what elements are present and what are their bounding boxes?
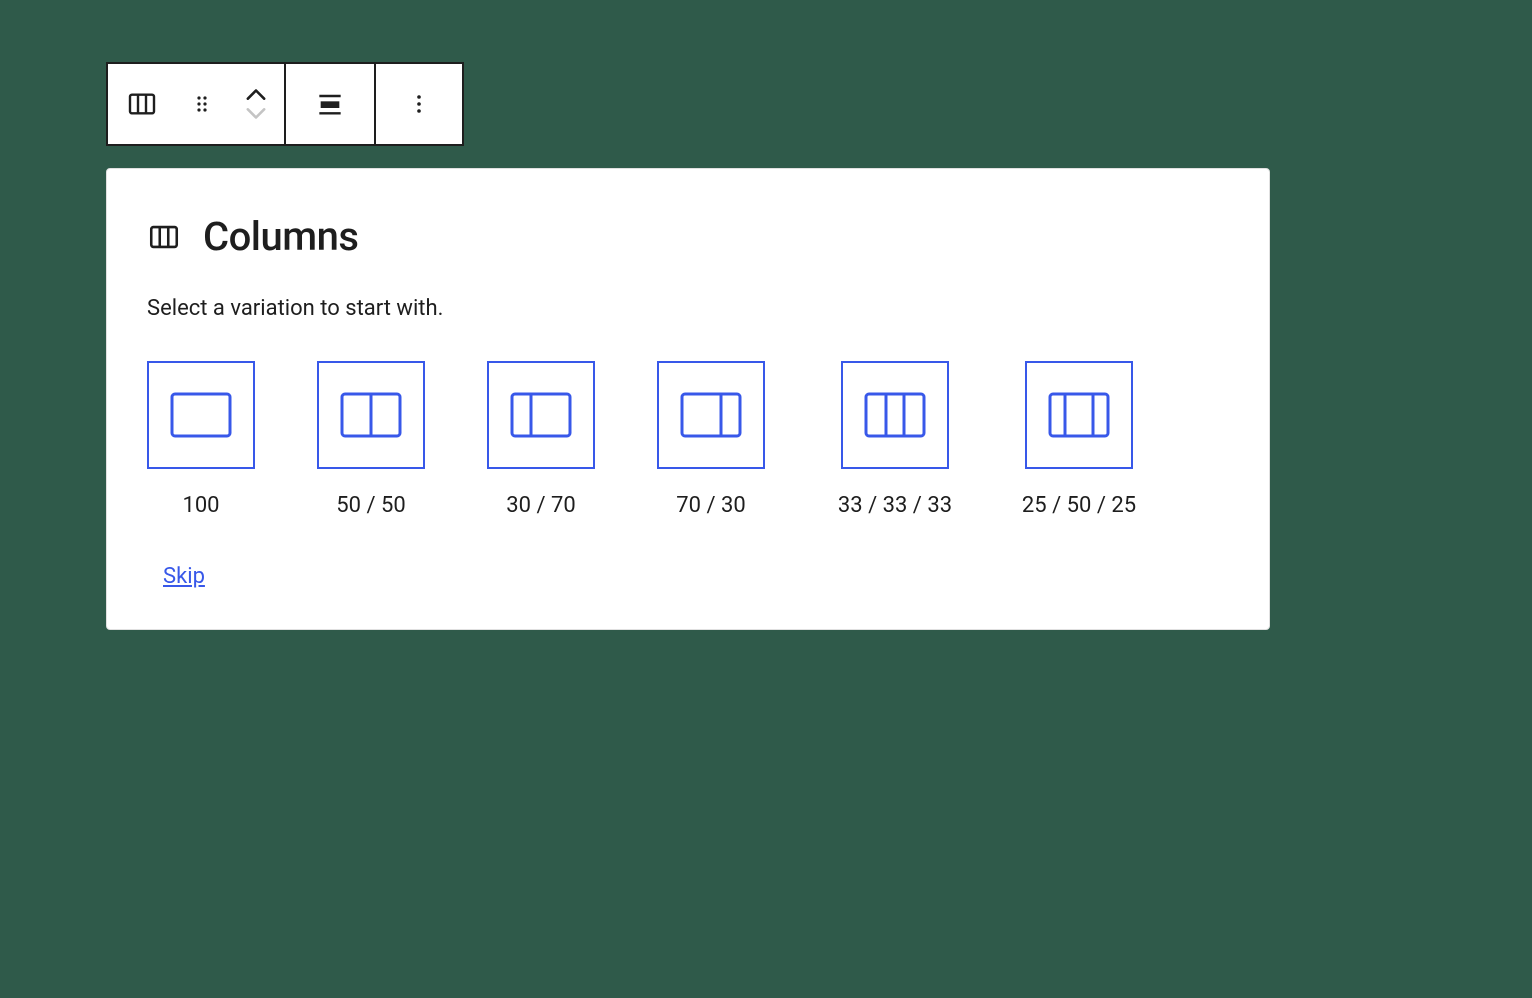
editor-stage: Columns Select a variation to start with… <box>0 0 1532 998</box>
variation-100[interactable]: 100 <box>147 361 255 518</box>
options-button[interactable] <box>376 64 462 144</box>
columns-icon <box>126 88 158 120</box>
variation-25-50-25-icon <box>1048 392 1110 438</box>
panel-description: Select a variation to start with. <box>147 296 1229 321</box>
block-type-button[interactable] <box>108 64 176 144</box>
variation-label: 100 <box>182 493 219 518</box>
chevron-down-icon <box>242 104 270 124</box>
variation-25-50-25[interactable]: 25 / 50 / 25 <box>1025 361 1133 518</box>
drag-handle-icon <box>190 92 214 116</box>
skip-link[interactable]: Skip <box>163 564 205 589</box>
variation-50-50[interactable]: 50 / 50 <box>317 361 425 518</box>
drag-handle-button[interactable] <box>176 64 228 144</box>
columns-icon <box>147 220 181 254</box>
variation-50-50-icon <box>340 392 402 438</box>
variation-30-70[interactable]: 30 / 70 <box>487 361 595 518</box>
toolbar-group-block <box>108 64 286 144</box>
toolbar-group-align <box>286 64 376 144</box>
toolbar-group-options <box>376 64 462 144</box>
move-up-button[interactable] <box>242 84 270 104</box>
panel-title: Columns <box>203 213 358 260</box>
move-down-button[interactable] <box>242 104 270 124</box>
variation-label: 70 / 30 <box>676 493 745 518</box>
variation-33-33-33[interactable]: 33 / 33 / 33 <box>827 361 963 518</box>
variation-70-30[interactable]: 70 / 30 <box>657 361 765 518</box>
block-toolbar <box>106 62 464 146</box>
variation-tile <box>317 361 425 469</box>
ellipsis-vertical-icon <box>407 90 431 118</box>
panel-header: Columns <box>147 213 1229 260</box>
variation-tile <box>487 361 595 469</box>
variation-tile <box>1025 361 1133 469</box>
variation-100-icon <box>170 392 232 438</box>
variation-70-30-icon <box>680 392 742 438</box>
variation-tile <box>841 361 949 469</box>
block-mover <box>228 64 284 144</box>
variation-label: 50 / 50 <box>336 493 405 518</box>
variation-tile <box>147 361 255 469</box>
variation-tile <box>657 361 765 469</box>
variation-label: 33 / 33 / 33 <box>838 493 952 518</box>
align-icon <box>314 88 346 120</box>
variation-picker: 100 50 / 50 30 / 70 <box>147 361 1229 518</box>
align-button[interactable] <box>286 64 374 144</box>
variation-label: 25 / 50 / 25 <box>1022 493 1136 518</box>
variation-label: 30 / 70 <box>506 493 575 518</box>
variation-33-33-33-icon <box>864 392 926 438</box>
columns-placeholder-panel: Columns Select a variation to start with… <box>106 168 1270 630</box>
chevron-up-icon <box>242 84 270 104</box>
variation-30-70-icon <box>510 392 572 438</box>
